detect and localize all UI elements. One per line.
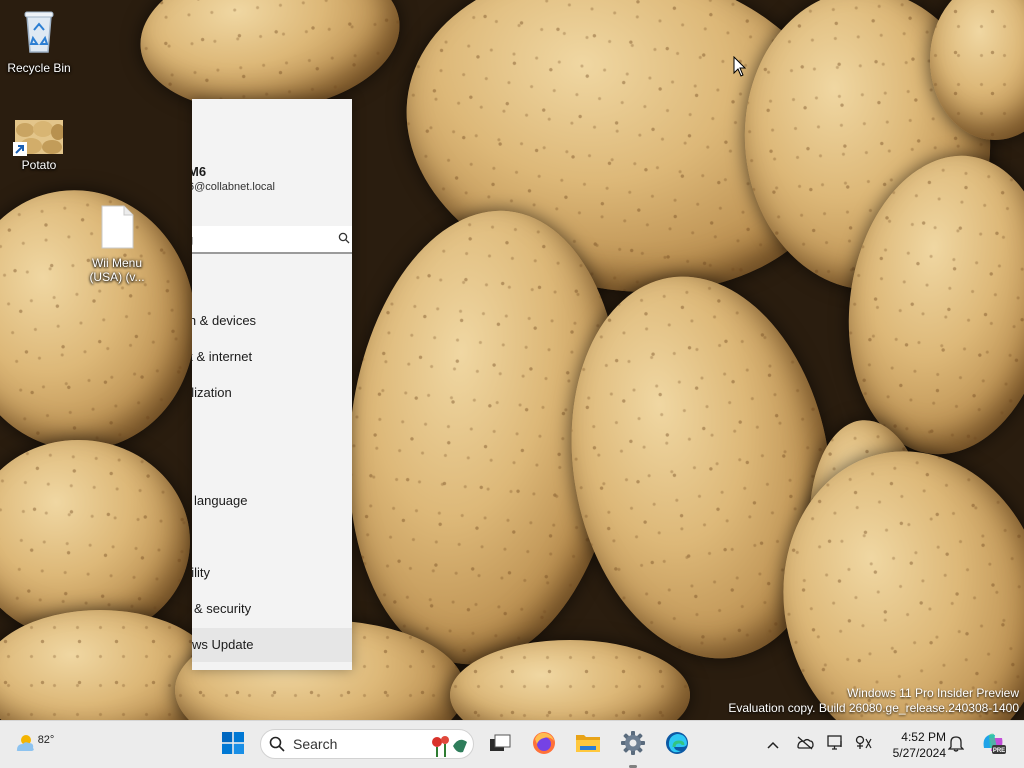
account-name: M6 bbox=[192, 164, 207, 179]
nav-accessibility[interactable]: bility bbox=[192, 556, 352, 590]
nav-item-label: rk & internet bbox=[192, 349, 253, 364]
settings-search-box[interactable] bbox=[192, 226, 352, 254]
nav-privacy-security[interactable]: & security bbox=[192, 592, 352, 626]
settings-window: M6 6@collabnet.local oth & devices rk & … bbox=[192, 99, 352, 670]
account-email: 6@collabnet.local bbox=[192, 181, 275, 193]
shortcut-arrow-icon bbox=[13, 142, 27, 156]
watermark-build: Evaluation copy. Build 26080.ge_release.… bbox=[728, 701, 1019, 715]
taskbar-edge[interactable] bbox=[661, 729, 693, 761]
recycle-bin-icon bbox=[1, 8, 77, 57]
taskbar-search-label: Search bbox=[293, 736, 338, 752]
blank-file-icon bbox=[79, 205, 155, 252]
nav-item-label: oth & devices bbox=[192, 313, 257, 328]
nav-personalization[interactable]: alization bbox=[192, 376, 352, 410]
potato-image-icon bbox=[13, 120, 65, 156]
nav-item-label: ws Update bbox=[192, 637, 254, 652]
network-offline-icon bbox=[796, 736, 814, 755]
taskbar-settings[interactable] bbox=[617, 729, 649, 768]
nav-gaming[interactable]: g bbox=[192, 520, 352, 554]
desktop-icon-potato[interactable]: Potato bbox=[1, 120, 77, 172]
settings-search-input[interactable] bbox=[192, 226, 328, 252]
file-explorer-icon bbox=[575, 732, 601, 759]
display-icon bbox=[827, 734, 845, 756]
taskbar-firefox[interactable] bbox=[528, 729, 560, 761]
nav-accounts[interactable]: ts bbox=[192, 448, 352, 482]
taskbar-file-explorer[interactable] bbox=[572, 729, 604, 761]
chevron-up-icon bbox=[767, 736, 779, 754]
desktop-icon-label: Wii Menu (USA) (v... bbox=[89, 256, 145, 284]
nav-item-label: language bbox=[194, 493, 248, 508]
nav-item-label: & security bbox=[194, 601, 252, 616]
taskbar-search-box[interactable]: Search bbox=[260, 729, 474, 759]
partly-sunny-icon bbox=[14, 733, 36, 758]
display-status[interactable] bbox=[825, 729, 847, 761]
search-icon[interactable] bbox=[338, 231, 350, 249]
firefox-icon bbox=[532, 731, 556, 760]
taskbar-clock[interactable]: 4:52 PM 5/27/2024 bbox=[893, 729, 946, 761]
watermark-edition: Windows 11 Pro Insider Preview bbox=[847, 686, 1019, 700]
nav-network-internet[interactable]: rk & internet bbox=[192, 340, 352, 374]
notifications-button[interactable] bbox=[945, 729, 967, 761]
desktop-icon-label: Potato bbox=[21, 158, 57, 172]
nav-item-label: alization bbox=[192, 385, 232, 400]
weather-widget[interactable]: 82° bbox=[14, 729, 55, 761]
nav-time-language[interactable]: language bbox=[192, 484, 352, 518]
svg-text:PRE: PRE bbox=[993, 748, 1005, 754]
copilot-button[interactable]: PRE bbox=[979, 729, 1007, 761]
desktop-icon-wii-menu[interactable]: Wii Menu (USA) (v... bbox=[79, 205, 155, 284]
taskbar: 82° Search 4:52 PM 5/27/2024 PRE bbox=[0, 720, 1024, 768]
network-status[interactable] bbox=[794, 729, 816, 761]
search-highlight-flowers-icon bbox=[425, 732, 469, 763]
accessibility-status[interactable] bbox=[852, 729, 874, 761]
clock-time: 4:52 PM bbox=[901, 730, 946, 744]
edge-icon bbox=[665, 731, 689, 760]
clock-date: 5/27/2024 bbox=[892, 746, 946, 760]
show-hidden-icons-button[interactable] bbox=[762, 729, 784, 761]
windows-logo-icon bbox=[222, 731, 244, 759]
task-view-button[interactable] bbox=[484, 729, 516, 761]
copilot-pre-icon: PRE bbox=[980, 730, 1006, 761]
settings-gear-icon bbox=[621, 730, 645, 760]
nav-item-label: bility bbox=[192, 565, 211, 580]
accessibility-icon bbox=[854, 735, 872, 756]
desktop-wallpaper: Recycle Bin Potato Wii Menu (USA) (v... bbox=[0, 0, 1024, 720]
bell-icon bbox=[947, 734, 965, 757]
start-button[interactable] bbox=[217, 729, 249, 761]
nav-windows-update[interactable]: ws Update bbox=[192, 628, 352, 662]
search-icon bbox=[269, 736, 285, 752]
task-view-icon bbox=[489, 734, 511, 757]
desktop-icon-label: Recycle Bin bbox=[7, 61, 71, 75]
mouse-cursor-icon bbox=[733, 55, 747, 82]
nav-bluetooth-devices[interactable]: oth & devices bbox=[192, 304, 352, 338]
evaluation-watermark: Windows 11 Pro Insider Preview Evaluatio… bbox=[728, 686, 1019, 716]
desktop-icon-recycle-bin[interactable]: Recycle Bin bbox=[1, 8, 77, 75]
weather-temperature: 82° bbox=[37, 734, 55, 746]
